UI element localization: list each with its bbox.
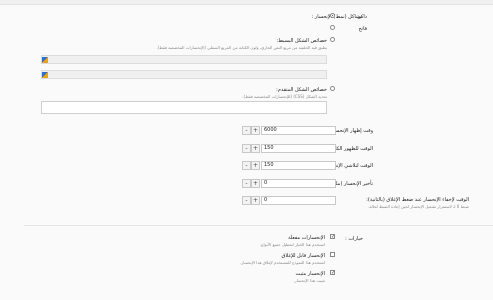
increment-button[interactable]: + bbox=[251, 179, 260, 188]
close-time-stepper: - + 0 bbox=[242, 196, 336, 205]
radio-simple-label: خصائص الشكل البسيط: bbox=[276, 38, 327, 44]
radio-dark[interactable] bbox=[330, 13, 335, 18]
radio-light-label: فاتح bbox=[358, 26, 367, 32]
section-divider bbox=[24, 225, 493, 226]
radio-light[interactable] bbox=[330, 25, 335, 30]
radio-simple-hint: يطبق فيه الخلفية من مربع النص الجاري، ول… bbox=[156, 45, 327, 50]
field-hint: ضبط 0 لـ لاستمرار تشغيل الإنحسار لحين إع… bbox=[368, 204, 469, 209]
sticky-checkbox[interactable]: ✓ bbox=[330, 270, 335, 276]
transition-style-label: مشاكل (نمط) الإنحسار : bbox=[311, 14, 363, 20]
fade-out-input[interactable]: 150 bbox=[261, 161, 336, 170]
display-time-stepper: - + 6000 bbox=[242, 126, 336, 135]
simple-bg-field[interactable] bbox=[41, 55, 327, 64]
radio-advanced-hint: تحديد الشكل (CSS) (للإنحسارات المخصصة فق… bbox=[242, 94, 327, 99]
dismissible-label: الإنحسار قابل للإغلاق bbox=[281, 253, 325, 259]
color-picker-icon[interactable] bbox=[42, 72, 48, 78]
delay-input[interactable]: 0 bbox=[261, 179, 336, 188]
decrement-button[interactable]: - bbox=[242, 144, 251, 153]
enabled-checkbox[interactable]: ✓ bbox=[330, 234, 335, 240]
increment-button[interactable]: + bbox=[251, 196, 260, 205]
decrement-button[interactable]: - bbox=[242, 196, 251, 205]
radio-simple[interactable] bbox=[330, 37, 335, 42]
top-strip bbox=[0, 0, 493, 5]
enabled-label: الإنحسارات مفعلة bbox=[288, 235, 325, 241]
radio-dark-label: داكن bbox=[357, 14, 367, 20]
sticky-hint: تثبيت هذا الإنحسار. bbox=[293, 278, 325, 283]
radio-advanced[interactable] bbox=[330, 86, 335, 91]
decrement-button[interactable]: - bbox=[242, 179, 251, 188]
display-time-input[interactable]: 6000 bbox=[261, 126, 336, 135]
increment-button[interactable]: + bbox=[251, 144, 260, 153]
decrement-button[interactable]: - bbox=[242, 126, 251, 135]
simple-text-field[interactable] bbox=[41, 70, 327, 79]
sticky-label: الإنحسار مثبت bbox=[295, 271, 325, 277]
fade-in-stepper: - + 150 bbox=[242, 144, 336, 153]
color-picker-icon[interactable] bbox=[42, 57, 48, 63]
close-time-input[interactable]: 0 bbox=[261, 196, 336, 205]
radio-advanced-label: خصائص الشكل المتقدم: bbox=[276, 87, 327, 93]
field-label: الوقت لإخفاء الإنحسار عند ضغط الإغلاق (ب… bbox=[366, 197, 469, 203]
enabled-hint: استخدم هذا الخيار لتعطيل جميع الأنواع. bbox=[259, 242, 325, 247]
options-label: خيارات : bbox=[345, 236, 363, 242]
fade-in-input[interactable]: 150 bbox=[261, 144, 336, 153]
delay-stepper: - + 0 bbox=[242, 179, 336, 188]
advanced-css-textarea[interactable] bbox=[41, 101, 327, 114]
dismissible-checkbox[interactable] bbox=[330, 252, 335, 257]
fade-out-stepper: - + 150 bbox=[242, 161, 336, 170]
decrement-button[interactable]: - bbox=[242, 161, 251, 170]
dismissible-hint: استخدم هذا النموذج للمستخدم لإغلاق هذا ا… bbox=[239, 260, 325, 265]
options-panel: مشاكل (نمط) الإنحسار : داكن فاتح خصائص ا… bbox=[0, 0, 493, 300]
increment-button[interactable]: + bbox=[251, 126, 260, 135]
increment-button[interactable]: + bbox=[251, 161, 260, 170]
